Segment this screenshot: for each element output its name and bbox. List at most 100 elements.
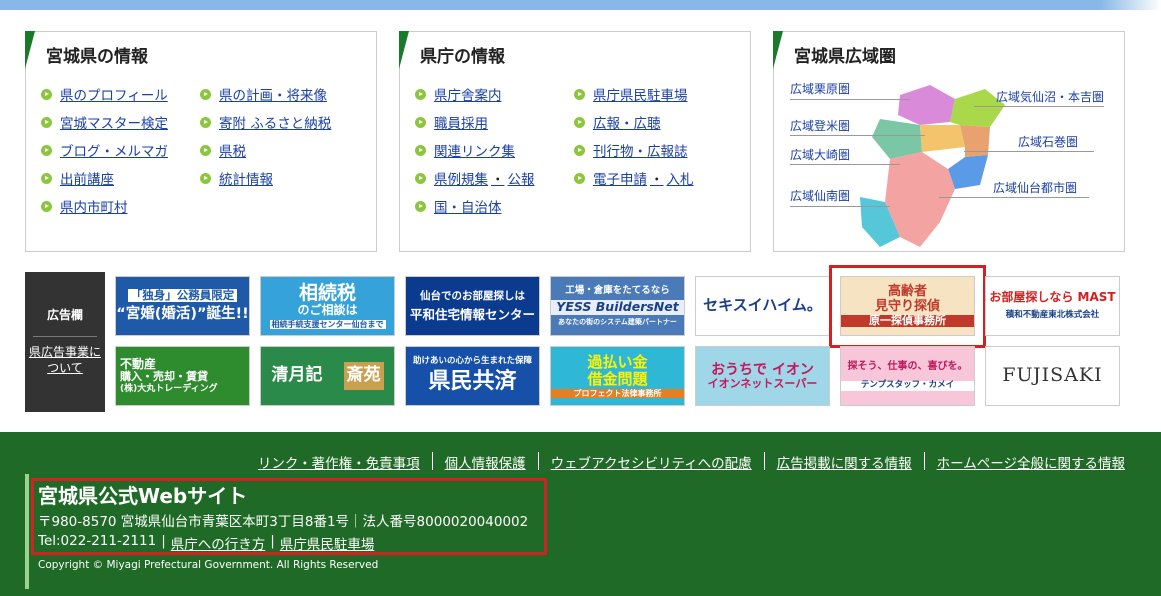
link-recruitment[interactable]: 職員採用 (415, 108, 535, 136)
link-gazette[interactable]: 公報 (508, 168, 535, 188)
link-publications[interactable]: 刊行物・広報誌 (574, 136, 694, 164)
leader-line (790, 164, 900, 165)
leader-line (974, 106, 1104, 107)
footer-divider (537, 452, 539, 470)
bullet-icon (200, 172, 211, 184)
link-tax[interactable]: 県税 (200, 136, 331, 164)
footer-links: リンク・著作権・免責事項 個人情報保護 ウェブアクセシビリティへの配慮 広告掲載… (258, 452, 1125, 472)
link-statistics[interactable]: 統計情報 (200, 164, 331, 192)
link-regulations-gazette: 県例規集・公報 (415, 164, 535, 192)
link-plan[interactable]: 県の計画・将来像 (200, 80, 331, 108)
ad-banner-sekisui[interactable]: セキスイハイム。 (695, 276, 830, 336)
panel-regional-areas: 宮城県広域圏 広域栗原圏 広域登米圏 広域大崎圏 広域仙南圏 広域気仙沼・本吉圏… (773, 31, 1125, 252)
bullet-icon (41, 200, 52, 212)
ad-banner-heiwa[interactable]: 仙台でのお部屋探しは 平和住宅情報センター (405, 276, 540, 336)
link-column-1: 県のプロフィール 宮城マスター検定 ブログ・メルマガ 出前講座 県内市町村 (41, 80, 168, 220)
footer-divider (431, 452, 433, 470)
ad-banner-seigetsuki[interactable]: 清月記 斎苑 (260, 346, 395, 406)
bullet-icon (415, 88, 426, 100)
leader-line (790, 206, 890, 207)
area-tome[interactable]: 広域登米圏 (790, 117, 850, 134)
ad-banner-fujisaki[interactable]: FUJISAKI (985, 346, 1120, 406)
link-blog[interactable]: ブログ・メルマガ (41, 136, 168, 164)
bullet-icon (574, 88, 585, 100)
leader-line (790, 99, 910, 100)
link-bidding[interactable]: 入札 (667, 168, 694, 188)
link-regulations[interactable]: 県例規集 (434, 168, 488, 188)
footer-accent-bar (25, 474, 29, 589)
panel-title: 宮城県の情報 (46, 47, 148, 67)
bullet-icon (200, 88, 211, 100)
bullet-icon (415, 172, 426, 184)
link-donation[interactable]: 寄附 ふるさと納税 (200, 108, 331, 136)
area-osaki[interactable]: 広域大崎圏 (790, 146, 850, 163)
area-sendai[interactable]: 広域仙台都市圏 (993, 179, 1077, 196)
ad-divider (33, 336, 97, 337)
link-master-exam[interactable]: 宮城マスター検定 (41, 108, 168, 136)
bullet-icon (41, 116, 52, 128)
footer-link-accessibility[interactable]: ウェブアクセシビリティへの配慮 (551, 452, 752, 472)
link-national-local[interactable]: 国・自治体 (415, 192, 535, 220)
top-banner-strip (0, 0, 1161, 10)
bullet-icon (41, 172, 52, 184)
ad-banner-marriage[interactable]: 「独身」公務員限定 “宮婚(婚活)”誕生!! (115, 276, 250, 336)
footer-link-site-info[interactable]: ホームページ全般に関する情報 (937, 452, 1125, 472)
link-column-2: 県の計画・将来像 寄附 ふるさと納税 県税 統計情報 (200, 80, 331, 192)
leader-line (939, 197, 1089, 198)
ad-banner-tempstaff[interactable]: 探そう、仕事の、喜びを。 テンプスタッフ・カメイ (840, 346, 975, 406)
ad-banner-aeon[interactable]: おうちで イオン イオンネットスーパー (695, 346, 830, 406)
link-e-application[interactable]: 電子申請 (593, 168, 647, 188)
bullet-icon (200, 144, 211, 156)
ad-section-title: 広告欄 (46, 308, 83, 322)
ad-banner-daimaru[interactable]: 不動産 購入・売却・賃貸 (株)大丸トレーディング (115, 346, 250, 406)
top-banner-corner (1101, 0, 1161, 10)
area-kurihara[interactable]: 広域栗原圏 (790, 80, 850, 97)
link-profile[interactable]: 県のプロフィール (41, 80, 168, 108)
panel-flag (399, 31, 409, 69)
link-municipalities[interactable]: 県内市町村 (41, 192, 168, 220)
ad-banner-profect[interactable]: 過払い金 借金問題 プロフェクト法律事務所 (550, 346, 685, 406)
ad-banner-inheritance[interactable]: 相続税 のご相談は 相続手続支援センター仙台まで (260, 276, 395, 336)
ad-sidebar: 広告欄 県広告事業について (25, 272, 105, 412)
highlight-box-ad (829, 265, 986, 348)
bullet-icon (41, 144, 52, 156)
link-lecture[interactable]: 出前講座 (41, 164, 168, 192)
area-sennan[interactable]: 広域仙南圏 (790, 187, 850, 204)
area-ishinomaki[interactable]: 広域石巻圏 (1018, 133, 1078, 150)
panel-office-info: 県庁の情報 県庁舎案内 職員採用 関連リンク集 県例規集・公報 国・自治体 県庁… (399, 31, 751, 252)
bullet-icon (574, 116, 585, 128)
panel-flag (773, 31, 783, 69)
bullet-icon (200, 116, 211, 128)
leader-line (964, 151, 1094, 152)
link-parking[interactable]: 県庁県民駐車場 (574, 80, 694, 108)
bullet-icon (574, 172, 585, 184)
highlight-box-footer (31, 478, 547, 555)
panel-title: 宮城県広域圏 (794, 47, 896, 67)
link-column-2: 県庁県民駐車場 広報・広聴 刊行物・広報誌 電子申請・入札 (574, 80, 694, 192)
bullet-icon (415, 200, 426, 212)
footer-link-privacy[interactable]: 個人情報保護 (445, 452, 526, 472)
bullet-icon (574, 144, 585, 156)
link-column-1: 県庁舎案内 職員採用 関連リンク集 県例規集・公報 国・自治体 (415, 80, 535, 220)
link-related-links[interactable]: 関連リンク集 (415, 136, 535, 164)
panel-prefecture-info: 宮城県の情報 県のプロフィール 宮城マスター検定 ブログ・メルマガ 出前講座 県… (25, 31, 377, 252)
bullet-icon (41, 88, 52, 100)
footer-divider (763, 452, 765, 470)
link-pr[interactable]: 広報・広聴 (574, 108, 694, 136)
footer-link-advertising[interactable]: 広告掲載に関する情報 (777, 452, 912, 472)
copyright: Copyright © Miyagi Prefectural Governmen… (38, 559, 379, 571)
bullet-icon (415, 144, 426, 156)
ad-banner-kenmin-kyosai[interactable]: 助けあいの心から生まれた保障 県民共済 (405, 346, 540, 406)
footer-divider (923, 452, 925, 470)
bullet-icon (415, 116, 426, 128)
link-office-guide[interactable]: 県庁舎案内 (415, 80, 535, 108)
link-eapply-bidding: 電子申請・入札 (574, 164, 694, 192)
ad-banner-mast[interactable]: お部屋探しなら MAST 積和不動産東北株式会社 (985, 276, 1120, 336)
ad-program-link[interactable]: 県広告事業について (25, 344, 105, 376)
area-kesennuma[interactable]: 広域気仙沼・本吉圏 (996, 88, 1104, 105)
panel-flag (25, 31, 35, 69)
leader-line (790, 135, 925, 136)
ad-banner-yess[interactable]: 工場・倉庫をたてるなら YESS BuildersNet あなたの街のシステム建… (550, 276, 685, 336)
panel-title: 県庁の情報 (420, 47, 505, 67)
footer-link-copyright[interactable]: リンク・著作権・免責事項 (258, 452, 420, 472)
